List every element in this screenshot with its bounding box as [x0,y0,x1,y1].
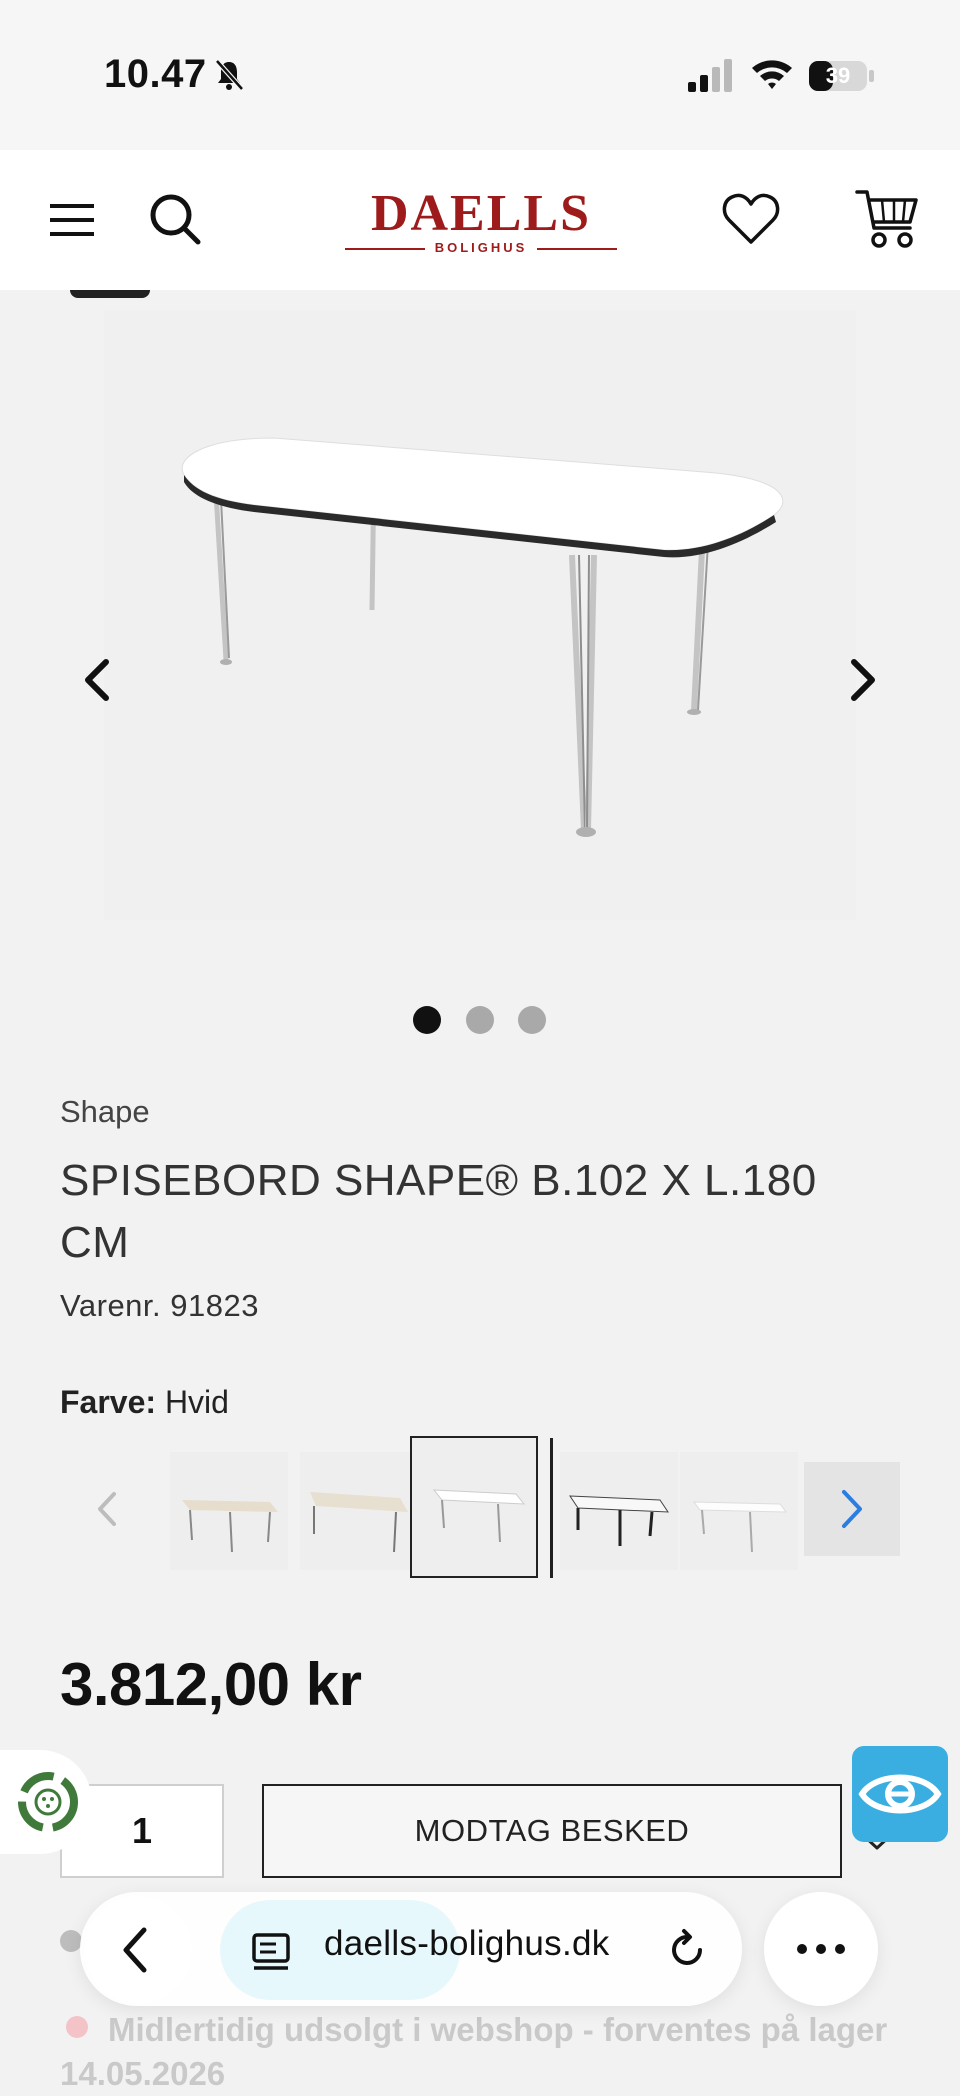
eye-icon [858,1774,942,1814]
color-selection: Farve: Hvid [60,1384,229,1421]
product-title: SPISEBORD SHAPE® B.102 X L.180 CM [60,1156,817,1267]
recycle-icon [18,1772,78,1832]
notify-me-button[interactable]: MODTAG BESKED [262,1784,842,1878]
cellular-signal-icon [688,59,732,92]
swatch-table-thumb [569,1495,669,1546]
gallery-dot-1[interactable] [413,1006,441,1034]
swatch-oak-light[interactable] [170,1452,288,1570]
gallery-dot-3[interactable] [518,1006,546,1034]
heart-icon[interactable] [722,190,780,248]
product-image[interactable] [104,310,856,920]
swatch-next-button[interactable] [804,1462,900,1556]
gallery-dot-2[interactable] [466,1006,494,1034]
browser-back-button[interactable] [84,1896,192,2004]
swatch-prev-icon[interactable] [80,1462,136,1556]
dining-table-image [181,437,784,837]
swatch-table-thumb [692,1501,788,1553]
site-header: DAELLS BOLIGHUS [0,150,960,290]
tabs-icon[interactable] [250,1930,292,1972]
daells-logo[interactable]: DAELLS BOLIGHUS [345,188,617,258]
swatch-white[interactable] [410,1436,538,1578]
wifi-icon [752,60,792,89]
bell-muted-icon [215,59,244,91]
sku-label: Varenr. [60,1288,162,1323]
product-sku: Varenr. 91823 [60,1288,259,1324]
product-gallery[interactable] [0,290,960,1010]
battery-percent: 39 [825,63,851,88]
product-brand[interactable]: Shape [60,1094,150,1130]
logo-text: DAELLS [370,185,592,242]
back-arrow-icon [123,1927,147,1973]
swatch-table-thumb [310,1492,408,1553]
battery-indicator: 39 [808,60,876,92]
swatch-table-thumb [182,1500,278,1553]
reload-icon[interactable] [666,1928,710,1972]
eco-badge[interactable] [0,1750,92,1854]
availability-dot [60,1930,82,1952]
swatch-oak-natural[interactable] [300,1452,418,1570]
swatch-black[interactable] [560,1452,678,1570]
logo-underline-right [537,248,617,250]
previous-image-edge [70,290,150,298]
product-price: 3.812,00 kr [60,1651,362,1718]
status-time: 10.47 [104,52,207,96]
browser-more-button[interactable] [764,1892,878,2006]
search-icon[interactable] [148,192,204,248]
swatch-white-laminate[interactable] [680,1452,798,1570]
menu-icon[interactable] [48,200,96,240]
browser-url[interactable]: daells-bolighus.dk [324,1924,610,1964]
cart-icon[interactable] [854,186,920,252]
gallery-pagination [0,1006,960,1036]
color-label: Farve: [60,1384,157,1420]
swatch-table-thumb [432,1489,526,1543]
accessibility-eye-button[interactable] [852,1746,948,1842]
swatch-next-icon [842,1490,862,1528]
more-dots-icon [797,1944,845,1954]
stock-status: Midlertidig udsolgt i webshop - forvente… [60,2008,900,2096]
status-bar: 10.47 39 [0,0,960,150]
stock-status-text: Midlertidig udsolgt i webshop - forvente… [60,2011,888,2092]
gallery-prev-arrow-icon[interactable] [82,658,112,702]
gallery-next-arrow-icon[interactable] [848,658,878,702]
sku-value: 91823 [170,1288,259,1323]
color-value: Hvid [164,1384,229,1420]
swatch-divider [550,1438,553,1578]
